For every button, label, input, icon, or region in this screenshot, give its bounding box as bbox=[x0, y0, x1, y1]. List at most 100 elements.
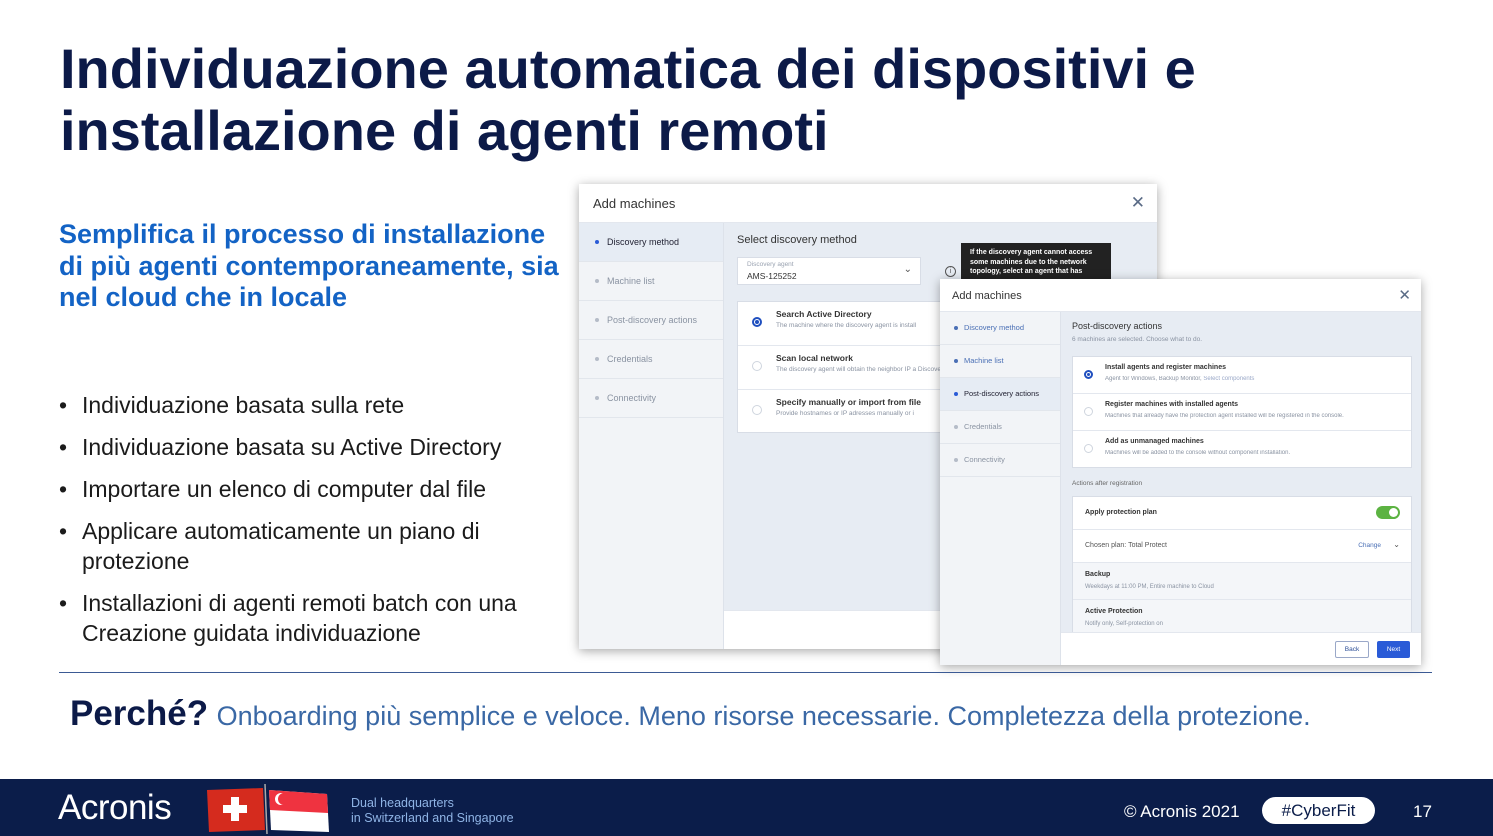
bullet-item: Installazioni di agenti remoti batch con… bbox=[59, 588, 569, 648]
active-protection-title: Active Protection bbox=[1085, 608, 1143, 615]
sidebar-item-label: Post-discovery actions bbox=[964, 389, 1040, 398]
option-desc: Machines will be added to the console wi… bbox=[1105, 450, 1291, 456]
sidebar-item-credentials[interactable]: Credentials bbox=[940, 411, 1060, 444]
wizard-sidebar: Discovery method Machine list Post-disco… bbox=[579, 223, 724, 649]
option-add-unmanaged[interactable]: Add as unmanaged machines Machines will … bbox=[1073, 431, 1411, 467]
select-components-link[interactable]: Select components bbox=[1203, 376, 1254, 382]
radio-button[interactable] bbox=[752, 405, 762, 415]
page-number: 17 bbox=[1413, 802, 1432, 821]
headquarters-text: Dual headquarters in Switzerland and Sin… bbox=[351, 796, 514, 826]
active-protection-desc: Notify only, Self-protection on bbox=[1085, 621, 1163, 627]
section-subtitle: 6 machines are selected. Choose what to … bbox=[1072, 336, 1203, 343]
option-desc: Machines that already have the protectio… bbox=[1105, 413, 1344, 419]
option-register-machines[interactable]: Register machines with installed agents … bbox=[1073, 394, 1411, 431]
sidebar-item-discovery-method[interactable]: Discovery method bbox=[579, 223, 723, 262]
dialog-title: Add machines bbox=[593, 196, 676, 211]
radio-button[interactable] bbox=[752, 361, 762, 371]
post-discovery-options: Install agents and register machines Age… bbox=[1072, 356, 1412, 468]
protection-plan-panel: Apply protection plan Chosen plan: Total… bbox=[1072, 496, 1412, 638]
sidebar-item-label: Discovery method bbox=[607, 237, 680, 247]
option-title: Add as unmanaged machines bbox=[1105, 438, 1204, 445]
option-title: Specify manually or import from file bbox=[776, 397, 922, 407]
apply-plan-label: Apply protection plan bbox=[1085, 509, 1157, 516]
step-dot-icon bbox=[595, 357, 599, 361]
sidebar-item-label: Credentials bbox=[607, 354, 653, 364]
copyright: © Acronis 2021 bbox=[1124, 802, 1240, 821]
sidebar-item-connectivity[interactable]: Connectivity bbox=[579, 379, 723, 418]
field-value: AMS-125252 bbox=[747, 271, 797, 281]
apply-protection-plan-row: Apply protection plan bbox=[1073, 497, 1411, 530]
dialog-header: Add machines ✕ bbox=[940, 279, 1421, 312]
radio-button[interactable] bbox=[752, 317, 762, 327]
sidebar-item-credentials[interactable]: Credentials bbox=[579, 340, 723, 379]
sidebar-item-discovery-method[interactable]: Discovery method bbox=[940, 312, 1060, 345]
radio-button[interactable] bbox=[1084, 370, 1093, 379]
backup-row: Backup Weekdays at 11:00 PM, Entire mach… bbox=[1073, 563, 1411, 600]
section-title: Select discovery method bbox=[737, 234, 857, 246]
chevron-down-icon[interactable]: ⌄ bbox=[1393, 540, 1400, 549]
sidebar-item-label: Connectivity bbox=[607, 393, 657, 403]
flags-icon bbox=[207, 784, 329, 834]
step-dot-icon bbox=[954, 326, 958, 330]
next-button[interactable]: Next bbox=[1377, 641, 1410, 658]
sidebar-item-label: Post-discovery actions bbox=[607, 315, 698, 325]
step-dot-icon bbox=[595, 279, 599, 283]
slide-title: Individuazione automatica dei dispositiv… bbox=[60, 37, 1196, 162]
back-button[interactable]: Back bbox=[1335, 641, 1369, 658]
sidebar-item-label: Machine list bbox=[607, 276, 655, 286]
dialog-main: Post-discovery actions 6 machines are se… bbox=[1061, 312, 1421, 638]
radio-button[interactable] bbox=[1084, 444, 1093, 453]
sidebar-item-post-discovery-actions[interactable]: Post-discovery actions bbox=[940, 378, 1060, 411]
chevron-down-icon: ⌄ bbox=[903, 264, 912, 275]
option-desc-text: Agent for Windows, Backup Monitor, bbox=[1105, 376, 1202, 382]
actions-after-registration-label: Actions after registration bbox=[1072, 480, 1143, 487]
sidebar-item-label: Credentials bbox=[964, 422, 1002, 431]
step-dot-icon bbox=[954, 458, 958, 462]
why-text: Onboarding più semplice e veloce. Meno r… bbox=[216, 701, 1311, 731]
sidebar-item-machine-list[interactable]: Machine list bbox=[579, 262, 723, 301]
option-title: Search Active Directory bbox=[776, 309, 872, 319]
chosen-plan-label: Chosen plan: Total Protect bbox=[1085, 542, 1167, 549]
cyberfit-badge: #CyberFit bbox=[1262, 797, 1375, 824]
change-plan-link[interactable]: Change bbox=[1358, 542, 1381, 549]
dialog-footer: Back Next bbox=[1061, 632, 1421, 665]
hq-line: Dual headquarters bbox=[351, 796, 454, 810]
backup-title: Backup bbox=[1085, 571, 1111, 578]
sidebar-item-connectivity[interactable]: Connectivity bbox=[940, 444, 1060, 477]
why-label: Perché? bbox=[70, 694, 209, 733]
acronis-logo: Acronis bbox=[58, 788, 172, 827]
sidebar-item-post-discovery-actions[interactable]: Post-discovery actions bbox=[579, 301, 723, 340]
add-machines-dialog-post-discovery: Add machines ✕ Discovery method Machine … bbox=[940, 279, 1421, 665]
step-dot-icon bbox=[595, 396, 599, 400]
field-label: Discovery agent bbox=[747, 261, 794, 268]
discovery-agent-select[interactable]: Discovery agent AMS-125252 ⌄ bbox=[737, 257, 921, 285]
bullet-list: Individuazione basata sulla rete Individ… bbox=[59, 390, 569, 660]
section-title: Post-discovery actions bbox=[1072, 321, 1163, 331]
chosen-plan-row: Chosen plan: Total Protect Change ⌄ bbox=[1073, 530, 1411, 563]
option-title: Register machines with installed agents bbox=[1105, 401, 1239, 408]
radio-button[interactable] bbox=[1084, 407, 1093, 416]
close-icon[interactable]: ✕ bbox=[1398, 286, 1411, 304]
step-dot-icon bbox=[954, 425, 958, 429]
apply-plan-toggle[interactable] bbox=[1376, 506, 1400, 519]
sidebar-item-machine-list[interactable]: Machine list bbox=[940, 345, 1060, 378]
step-dot-icon bbox=[595, 240, 599, 244]
dialog-title: Add machines bbox=[952, 290, 1022, 302]
info-icon[interactable]: i bbox=[945, 266, 956, 277]
subheading: Semplifica il processo di installazione … bbox=[59, 219, 559, 312]
sidebar-item-label: Discovery method bbox=[964, 323, 1025, 332]
swiss-flag-icon bbox=[207, 788, 265, 832]
dialog-header: Add machines ✕ bbox=[579, 184, 1157, 223]
step-dot-icon bbox=[595, 318, 599, 322]
divider bbox=[59, 672, 1432, 673]
step-dot-icon bbox=[954, 392, 958, 396]
option-title: Install agents and register machines bbox=[1105, 364, 1226, 371]
singapore-flag-icon bbox=[269, 790, 329, 832]
wizard-sidebar: Discovery method Machine list Post-disco… bbox=[940, 312, 1061, 665]
option-title: Scan local network bbox=[776, 353, 853, 363]
option-install-agents[interactable]: Install agents and register machines Age… bbox=[1073, 357, 1411, 394]
footer-bar: Acronis Dual headquarters in Switzerland… bbox=[0, 779, 1493, 836]
sidebar-item-label: Connectivity bbox=[964, 455, 1005, 464]
bullet-item: Importare un elenco di computer dal file bbox=[59, 474, 569, 504]
close-icon[interactable]: ✕ bbox=[1131, 193, 1145, 213]
